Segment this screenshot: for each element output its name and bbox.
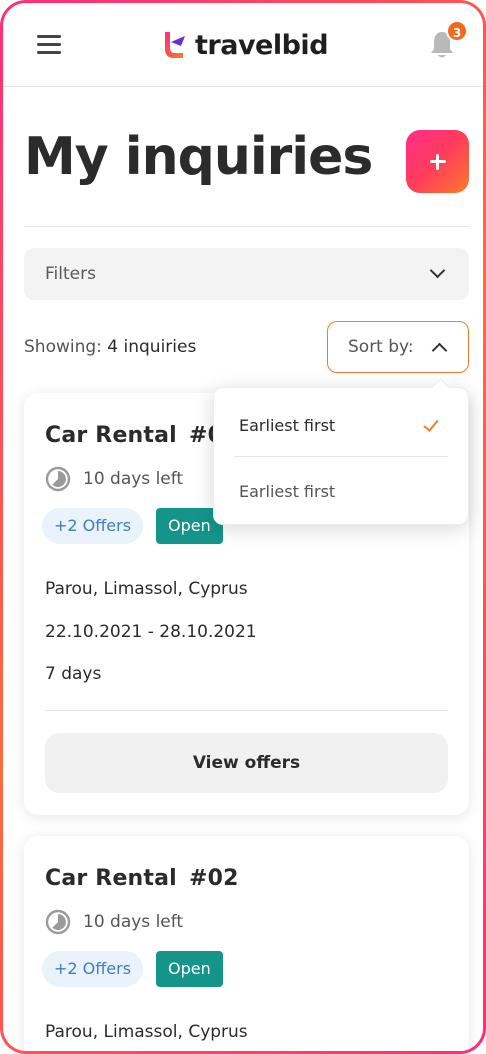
top-bar: travelbid 3 (3, 3, 483, 87)
time-left: 10 days left (45, 909, 183, 935)
menu-icon[interactable] (37, 34, 61, 54)
showing-label: Showing: (24, 337, 102, 357)
results-count: Showing: 4 inquiries (24, 337, 196, 357)
inquiry-location: Parou, Limassol, Cyprus (45, 579, 248, 599)
offers-badge[interactable]: +2 Offers (42, 508, 144, 544)
timer-icon (45, 466, 71, 492)
view-offers-button[interactable]: View offers (45, 733, 448, 793)
inquiry-type: Car Rental (45, 423, 177, 448)
inquiry-number: #02 (188, 866, 239, 891)
inquiry-duration: 7 days (45, 664, 102, 684)
inquiry-title: Car Rental #02 (45, 866, 239, 891)
sort-option-label: Earliest first (239, 482, 336, 501)
chevron-down-icon (429, 262, 446, 279)
showing-value: 4 inquiries (107, 337, 197, 357)
time-left-text: 10 days left (83, 469, 184, 489)
inquiry-type: Car Rental (45, 866, 177, 891)
sort-label: Sort by: (348, 337, 414, 357)
inquiry-dates: 22.10.2021 - 28.10.2021 (45, 622, 257, 642)
sort-button[interactable]: Sort by: (327, 321, 469, 373)
offers-badge[interactable]: +2 Offers (42, 951, 144, 987)
sort-option[interactable]: Earliest first (214, 458, 468, 522)
notification-badge: 3 (446, 20, 468, 42)
app-frame: travelbid 3 My inquiries Filters Showing… (0, 0, 486, 1054)
inquiry-location: Parou, Limassol, Cyprus (45, 1022, 248, 1042)
sort-dropdown: Earliest first Earliest first (213, 387, 469, 525)
card-divider (45, 710, 448, 711)
divider (24, 226, 469, 227)
sort-option[interactable]: Earliest first (214, 392, 468, 456)
add-inquiry-button[interactable] (406, 130, 469, 193)
page-title: My inquiries (24, 127, 373, 187)
status-badge: Open (156, 951, 223, 987)
filters-accordion[interactable]: Filters (24, 248, 469, 300)
travelbid-logo-icon (165, 32, 185, 58)
filters-label: Filters (45, 264, 96, 284)
dropdown-divider (234, 456, 448, 457)
time-left-text: 10 days left (83, 912, 184, 932)
timer-icon (45, 909, 71, 935)
brand-name: travelbid (195, 29, 329, 61)
inquiry-card[interactable]: Car Rental #02 10 days left +2 Offers Ope… (24, 836, 469, 1051)
time-left: 10 days left (45, 466, 183, 492)
brand-logo[interactable]: travelbid (161, 27, 329, 63)
chevron-up-icon (431, 342, 448, 359)
checkmark-icon (423, 416, 439, 432)
inquiry-title: Car Rental#01 (45, 423, 239, 448)
sort-option-label: Earliest first (239, 416, 336, 435)
